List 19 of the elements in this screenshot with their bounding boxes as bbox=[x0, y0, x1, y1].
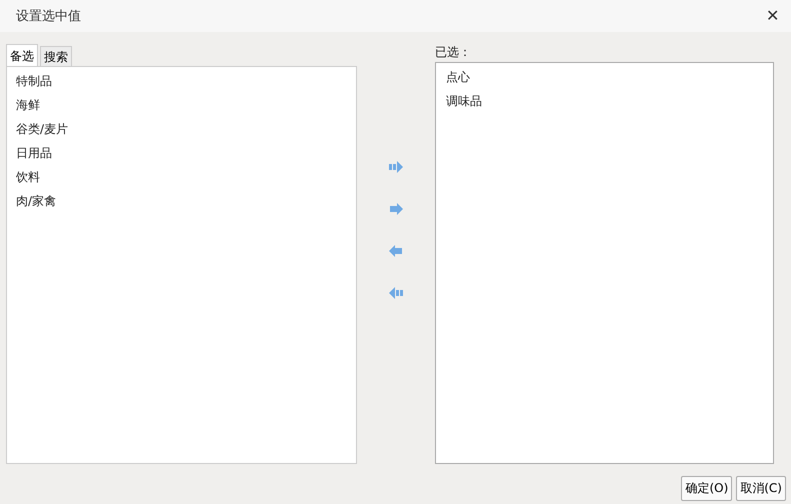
selected-label: 已选： bbox=[435, 44, 472, 61]
list-item[interactable]: 调味品 bbox=[437, 89, 773, 113]
dialog-button[interactable]: 确定(O) bbox=[681, 476, 732, 501]
list-item[interactable]: 肉/家禽 bbox=[7, 189, 356, 213]
list-item[interactable]: 谷类/麦片 bbox=[7, 117, 356, 141]
list-item[interactable]: 特制品 bbox=[7, 69, 356, 93]
left-arrow-icon[interactable] bbox=[388, 245, 404, 257]
list-item[interactable]: 海鲜 bbox=[7, 93, 356, 117]
list-item[interactable]: 点心 bbox=[437, 65, 773, 89]
list-item[interactable]: 饮料 bbox=[7, 165, 356, 189]
window-title: 设置选中值 bbox=[16, 8, 81, 25]
list-item[interactable]: 日用品 bbox=[7, 141, 356, 165]
double-right-arrow-icon[interactable] bbox=[388, 161, 404, 173]
double-left-arrow-icon[interactable] bbox=[388, 287, 404, 299]
dialog-button[interactable]: 取消(C) bbox=[736, 476, 786, 501]
tab[interactable]: 备选 bbox=[6, 44, 38, 66]
close-button[interactable]: ✕ bbox=[762, 6, 783, 26]
tab[interactable]: 搜索 bbox=[40, 46, 72, 66]
right-arrow-icon[interactable] bbox=[388, 203, 404, 215]
